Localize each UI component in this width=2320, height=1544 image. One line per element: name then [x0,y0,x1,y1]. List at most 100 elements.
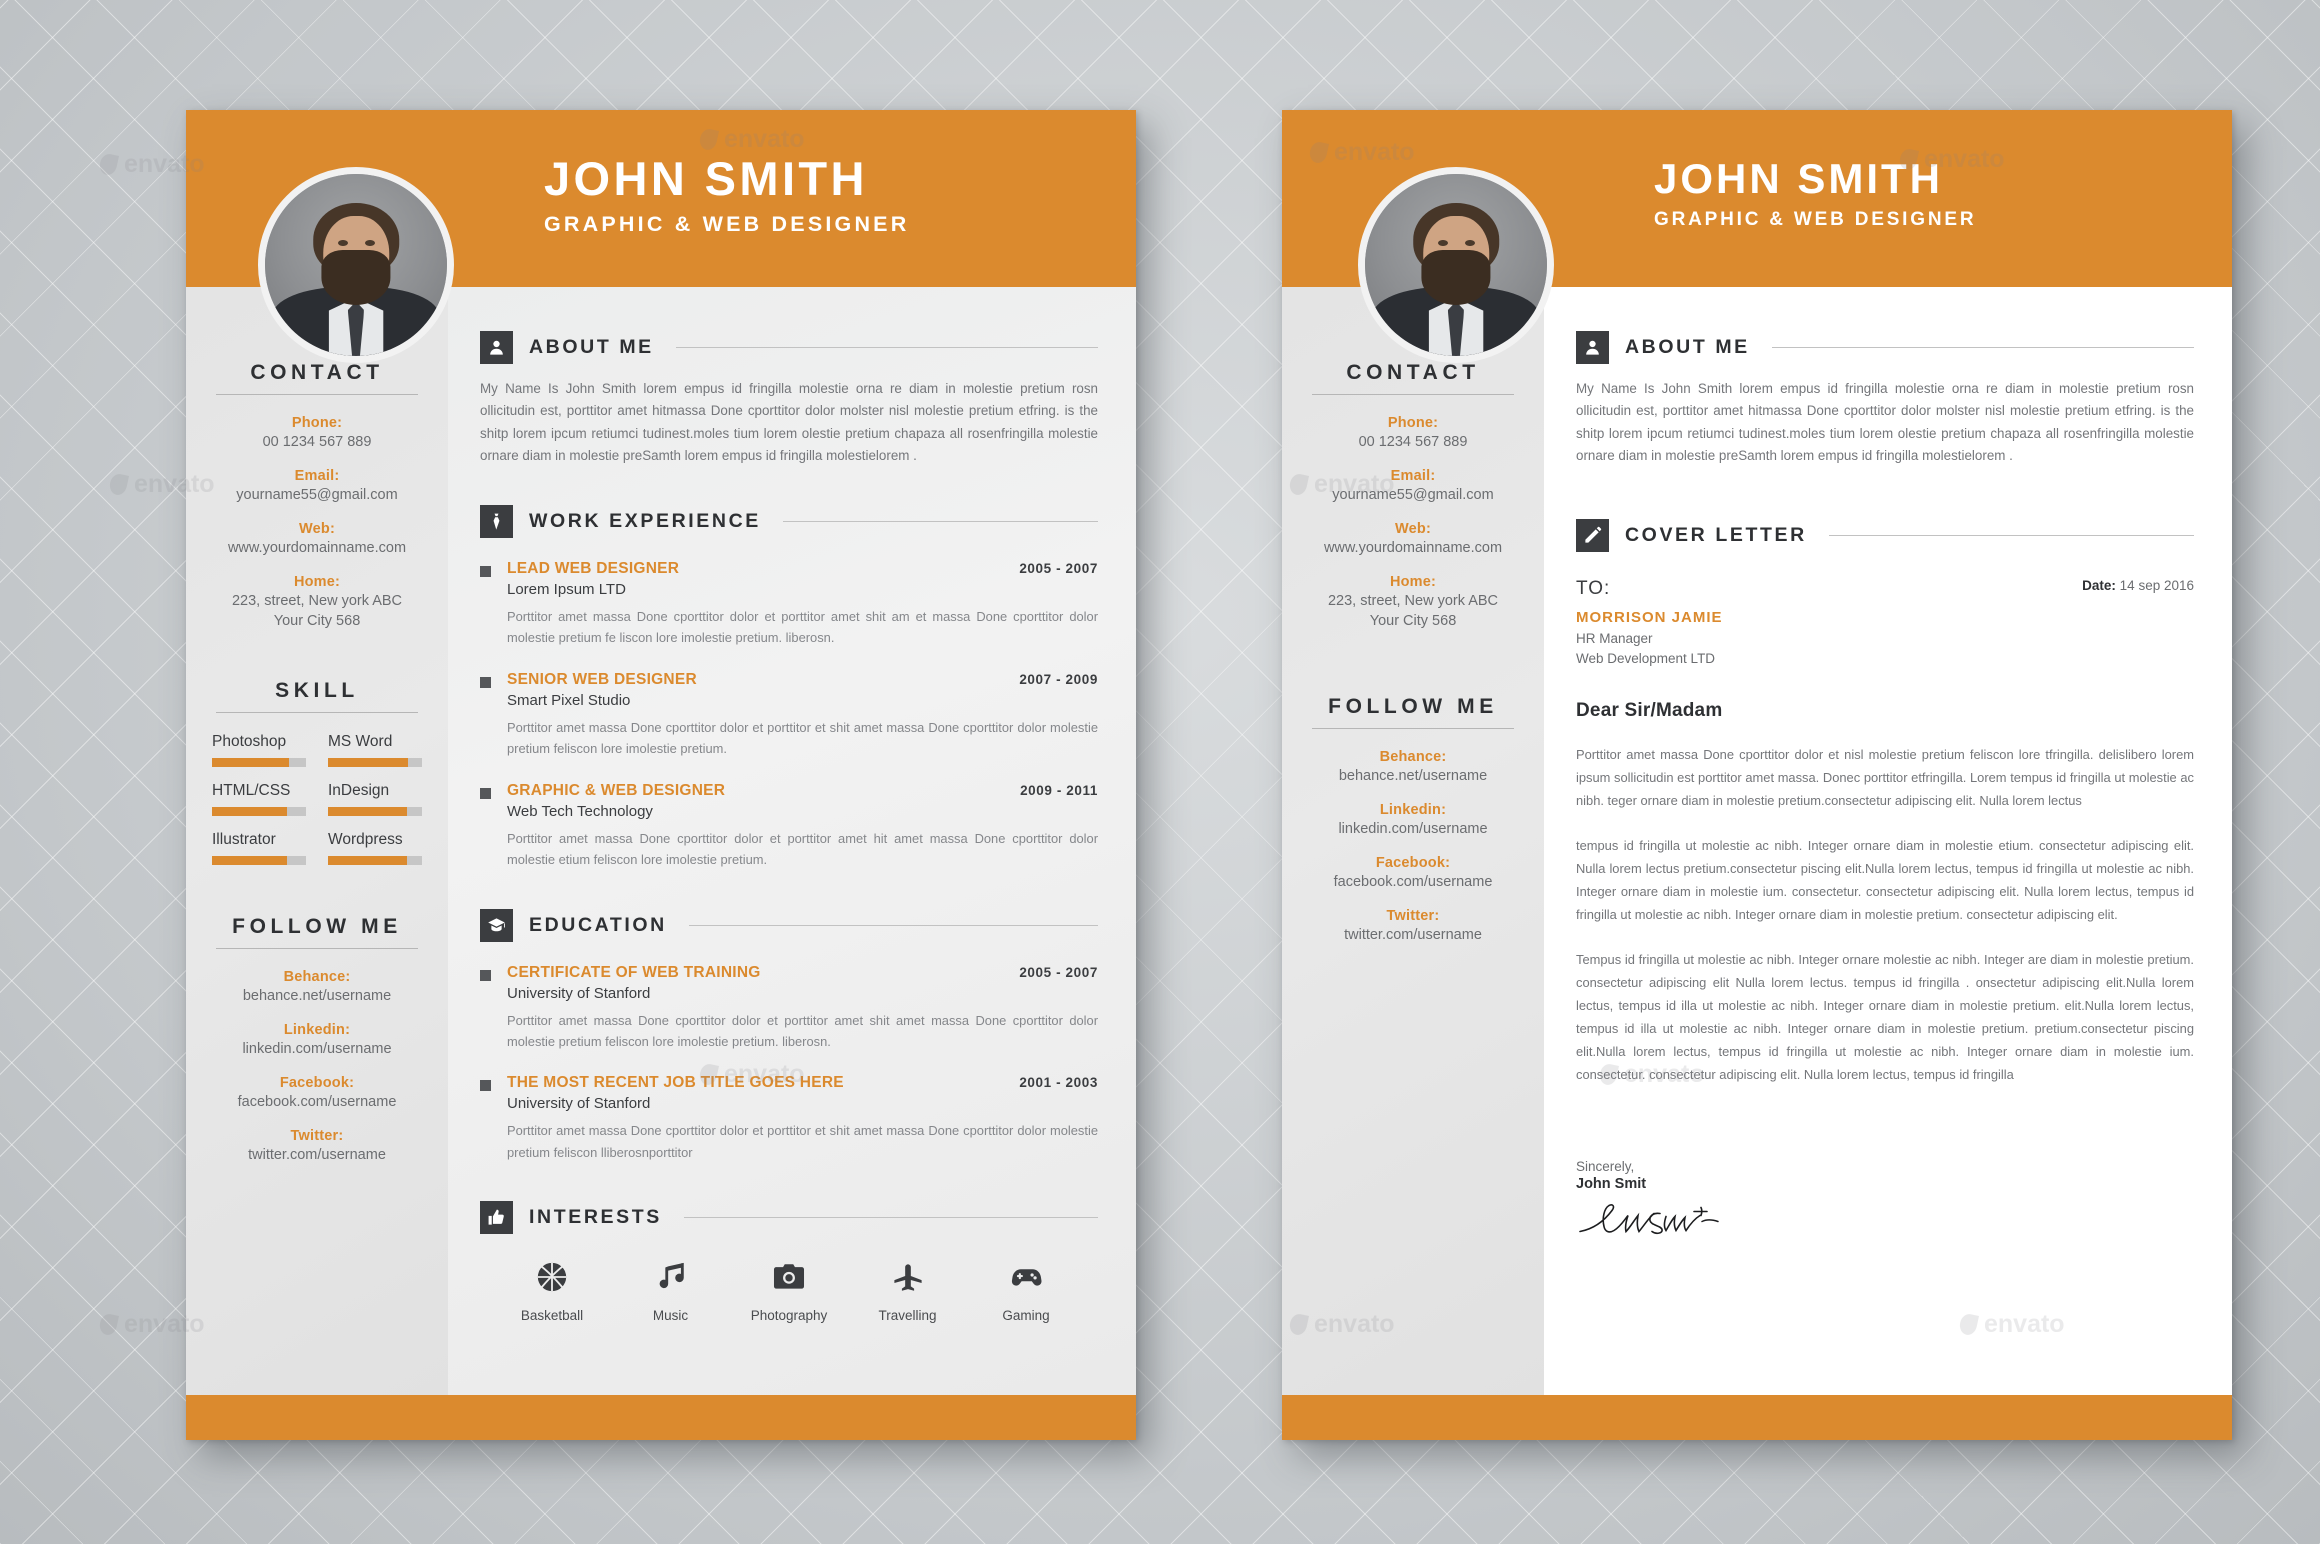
contact-item-label: Linkedin: [283,1021,351,1038]
letter-paragraph: Porttitor amet massa Done cporttitor dol… [1576,747,2194,808]
work-experience-title: WORK EXPERIENCE [529,510,761,532]
date-value: 14 sep 2016 [2119,578,2194,593]
entry-organization: University of Stanford [507,984,651,1002]
contact-item: Email: yourname55@gmail.com [1308,468,1518,505]
skill-item: InDesign [328,782,422,816]
cover-contact-divider [1312,394,1514,395]
cover-follow-list: Behance: behance.net/username Linkedin: … [1308,749,1518,946]
contact-item: Behance: behance.net/username [1308,749,1518,786]
contact-item-label: Linkedin: [1379,801,1447,818]
interest-item-label: Travelling [878,1308,937,1324]
contact-item-label: Behance: [1379,748,1447,765]
contact-item-value: behance.net/username [1338,767,1488,784]
tie-icon [480,505,513,538]
entry-description: Porttitor amet massa Done cporttitor dol… [507,830,1098,868]
date-label: Date: [2082,578,2116,593]
user-icon [1576,331,1609,364]
cover-letter-rule [1828,535,2194,536]
recipient-company: Web Development LTD [1576,651,1716,666]
contact-item: Home: 223, street, New york ABC Your City… [212,574,422,630]
contact-item-value: 00 1234 567 889 [262,434,372,450]
pencil-icon [1576,519,1609,552]
cover-follow-title: FOLLOW ME [1328,694,1498,718]
contact-item: Web: www.yourdomainname.com [212,521,422,558]
interest-item: Gaming [970,1260,1082,1323]
airplane-icon [891,1264,925,1298]
entry-title: THE MOST RECENT JOB TITLE GOES HERE [507,1074,844,1092]
resume-footer-band [186,1395,1136,1440]
contact-item: Linkedin: linkedin.com/username [212,1022,422,1059]
skill-item-fill [328,757,408,767]
education-rule [688,924,1098,926]
education-header: EDUCATION [480,908,1098,942]
interest-item-label: Gaming [1002,1308,1050,1324]
contact-divider [216,394,418,395]
contact-item: Phone: 00 1234 567 889 [212,415,422,452]
cover-about-me-title: ABOUT ME [1625,336,1750,358]
education-list: CERTIFICATE OF WEB TRAINING 2005 - 2007 … [480,964,1098,1164]
skill-title: SKILL [275,678,359,702]
contact-item-label: Twitter: [1386,908,1440,924]
entry-description: Porttitor amet massa Done cporttitor dol… [507,1012,1098,1049]
about-me-text: My Name Is John Smith lorem empus id fri… [480,381,1098,463]
about-me-title: ABOUT ME [529,336,654,358]
interests-rule [683,1217,1098,1219]
skill-item: MS Word [328,733,422,767]
cover-contact-section: CONTACT Phone: 00 1234 567 889 Email: yo… [1282,361,1544,631]
contact-item-value: facebook.com/username [1333,873,1493,890]
contact-item-label: Facebook: [279,1074,355,1091]
cover-letter-title: COVER LETTER [1625,524,1807,546]
skill-item-fill [328,855,407,865]
thumbs-up-icon [480,1201,513,1235]
contact-item: Home: 223, street, New york ABC Your City… [1308,574,1518,630]
interest-item: Music [615,1260,727,1323]
cover-letter-page: JOHN SMITH GRAPHIC & WEB DESIGNER CONTAC… [1282,110,2232,1440]
entry-title: LEAD WEB DESIGNER [507,560,680,577]
contact-item-label: Home: [293,574,341,591]
cover-avatar [1358,167,1554,363]
skill-item-track [328,806,422,816]
letter-recipient-row: TO: MORRISON JAMIE HR Manager Web Develo… [1576,578,2194,666]
interest-item-label: Music [652,1308,689,1324]
square-bullet-icon [480,566,491,577]
header-text-block: JOHN SMITH GRAPHIC & WEB DESIGNER [544,155,909,237]
entry-organization: Smart Pixel Studio [507,691,631,709]
contact-list: Phone: 00 1234 567 889 Email: yourname55… [212,415,422,631]
contact-item-value: www.yourdomainname.com [227,540,407,557]
skill-item-label: InDesign [328,781,390,799]
skill-item-fill [212,757,290,767]
skill-item-label: Wordpress [328,830,403,848]
contact-item-label: Twitter: [290,1128,344,1144]
contact-item-value: linkedin.com/username [1338,820,1488,837]
skill-list: Photoshop MS Word HTML/CSS InDesign Illu… [212,733,422,865]
contact-item-value: www.yourdomainname.com [1323,540,1503,557]
follow-divider [216,947,418,949]
skill-item-track [212,806,306,816]
handwritten-signature-icon [1576,1198,2194,1249]
skill-item: Wordpress [328,831,422,865]
contact-item: Linkedin: linkedin.com/username [1308,802,1518,839]
to-label: TO: [1576,578,1611,599]
interest-item: Basketball [496,1260,608,1323]
signer-name: John Smit [1576,1175,1647,1192]
entry-organization: University of Stanford [507,1095,651,1113]
entry-organization: Lorem Ipsum LTD [507,581,626,598]
recipient-role: HR Manager [1576,631,1653,646]
contact-item: Web: www.yourdomainname.com [1308,521,1518,558]
interests-header: INTERESTS [480,1201,1098,1235]
contact-item-label: Email: [294,468,340,485]
cover-about-me-text: My Name Is John Smith lorem empus id fri… [1576,381,2194,463]
skill-item-label: HTML/CSS [212,781,291,799]
contact-item-value: 223, street, New york ABC Your City 568 [231,593,403,629]
entry-row: SENIOR WEB DESIGNER 2007 - 2009 Smart Pi… [480,671,1098,760]
page-subtitle-role: GRAPHIC & WEB DESIGNER [544,212,910,236]
avatar-portrait-illustration [265,174,447,356]
cover-about-me-header: ABOUT ME [1576,331,2194,364]
contact-item: Email: yourname55@gmail.com [212,468,422,505]
graduation-cap-icon [480,908,513,942]
contact-item-value: twitter.com/username [248,1147,386,1163]
contact-item-label: Web: [299,521,335,538]
cover-page-subtitle-role: GRAPHIC & WEB DESIGNER [1654,209,1977,230]
interests-title: INTERESTS [529,1206,662,1229]
sign-off: Sincerely, [1576,1158,1635,1174]
